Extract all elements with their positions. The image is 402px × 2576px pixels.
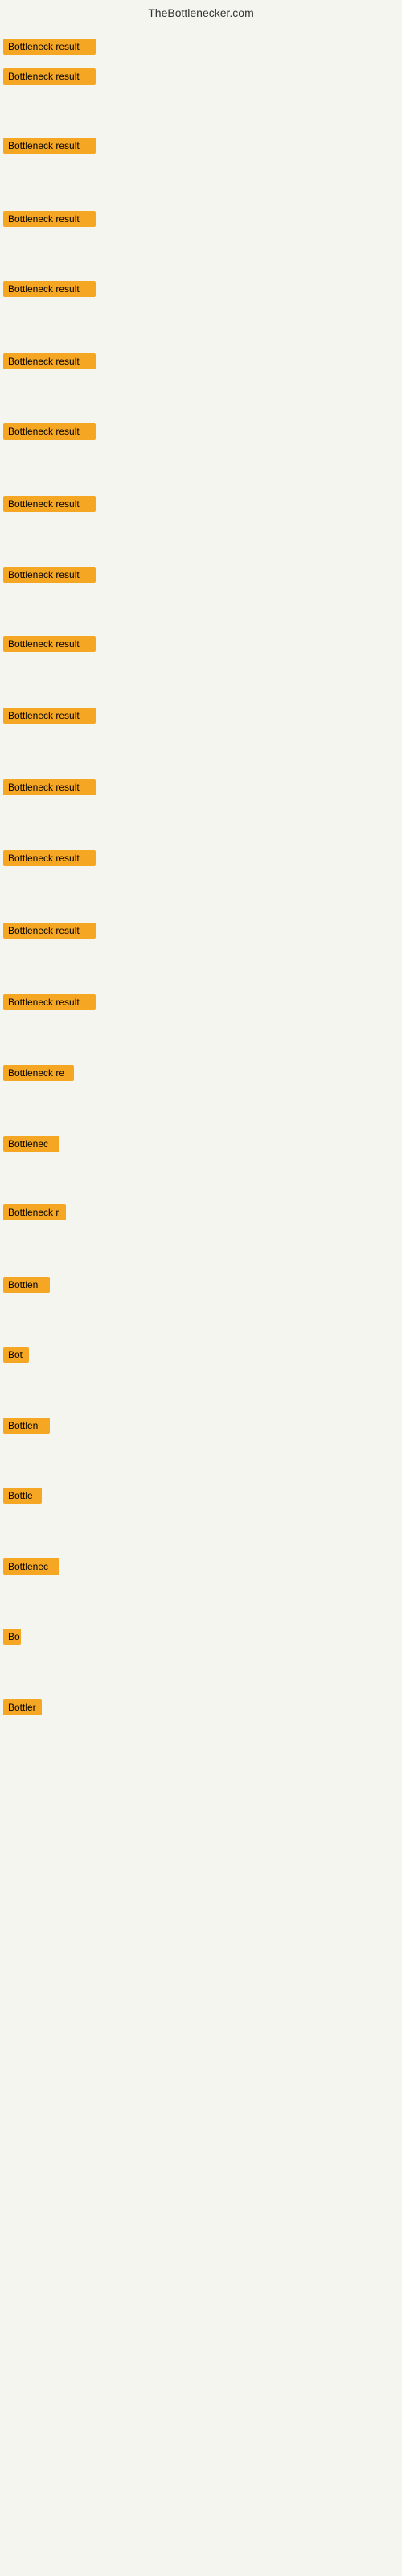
bottleneck-item[interactable]: Bottleneck re — [3, 1065, 74, 1085]
bottleneck-item[interactable]: Bottlen — [3, 1277, 50, 1297]
site-header: TheBottlenecker.com — [0, 0, 402, 23]
bottleneck-badge: Bottlenec — [3, 1136, 59, 1152]
bottleneck-item[interactable]: Bottleneck result — [3, 496, 96, 516]
bottleneck-item[interactable]: Bottleneck r — [3, 1204, 66, 1224]
bottleneck-item[interactable]: Bottleneck result — [3, 281, 96, 301]
bottleneck-badge: Bottlen — [3, 1277, 50, 1293]
bottleneck-item[interactable]: Bottleneck result — [3, 567, 96, 587]
bottleneck-item[interactable]: Bottleneck result — [3, 68, 96, 89]
bottleneck-item[interactable]: Bottleneck result — [3, 923, 96, 943]
bottleneck-item[interactable]: Bottleneck result — [3, 211, 96, 231]
bottleneck-badge: Bo — [3, 1629, 21, 1645]
bottleneck-badge: Bottler — [3, 1699, 42, 1715]
bottleneck-badge: Bot — [3, 1347, 29, 1363]
bottleneck-badge: Bottleneck result — [3, 779, 96, 795]
bottleneck-item[interactable]: Bottler — [3, 1699, 42, 1719]
bottleneck-badge: Bottleneck result — [3, 353, 96, 369]
bottleneck-badge: Bottleneck r — [3, 1204, 66, 1220]
bottleneck-badge: Bottlenec — [3, 1558, 59, 1575]
bottleneck-badge: Bottleneck result — [3, 567, 96, 583]
bottleneck-badge: Bottleneck result — [3, 994, 96, 1010]
bottleneck-badge: Bottleneck result — [3, 708, 96, 724]
bottleneck-item[interactable]: Bottleneck result — [3, 39, 96, 59]
bottleneck-badge: Bottleneck result — [3, 923, 96, 939]
bottleneck-badge: Bottleneck result — [3, 211, 96, 227]
bottleneck-item[interactable]: Bottlen — [3, 1418, 50, 1438]
bottleneck-badge: Bottleneck result — [3, 636, 96, 652]
bottleneck-item[interactable]: Bottleneck result — [3, 423, 96, 444]
bottleneck-item[interactable]: Bottleneck result — [3, 353, 96, 374]
site-title: TheBottlenecker.com — [148, 6, 254, 19]
bottleneck-badge: Bottleneck result — [3, 281, 96, 297]
bottleneck-badge: Bottleneck re — [3, 1065, 74, 1081]
bottleneck-badge: Bottleneck result — [3, 39, 96, 55]
bottleneck-badge: Bottleneck result — [3, 496, 96, 512]
bottleneck-item[interactable]: Bottleneck result — [3, 636, 96, 656]
bottleneck-item[interactable]: Bottleneck result — [3, 779, 96, 799]
bottleneck-badge: Bottleneck result — [3, 423, 96, 440]
bottleneck-item[interactable]: Bottlenec — [3, 1558, 59, 1579]
bottleneck-badge: Bottleneck result — [3, 68, 96, 85]
bottleneck-item[interactable]: Bottle — [3, 1488, 42, 1508]
bottleneck-badge: Bottlen — [3, 1418, 50, 1434]
bottleneck-item[interactable]: Bo — [3, 1629, 21, 1649]
bottleneck-item[interactable]: Bot — [3, 1347, 29, 1367]
bottleneck-item[interactable]: Bottleneck result — [3, 994, 96, 1014]
bottleneck-badge: Bottleneck result — [3, 850, 96, 866]
bottleneck-item[interactable]: Bottleneck result — [3, 708, 96, 728]
bottleneck-item[interactable]: Bottlenec — [3, 1136, 59, 1156]
bottleneck-item[interactable]: Bottleneck result — [3, 850, 96, 870]
bottleneck-item[interactable]: Bottleneck result — [3, 138, 96, 158]
bottleneck-badge: Bottleneck result — [3, 138, 96, 154]
bottleneck-badge: Bottle — [3, 1488, 42, 1504]
